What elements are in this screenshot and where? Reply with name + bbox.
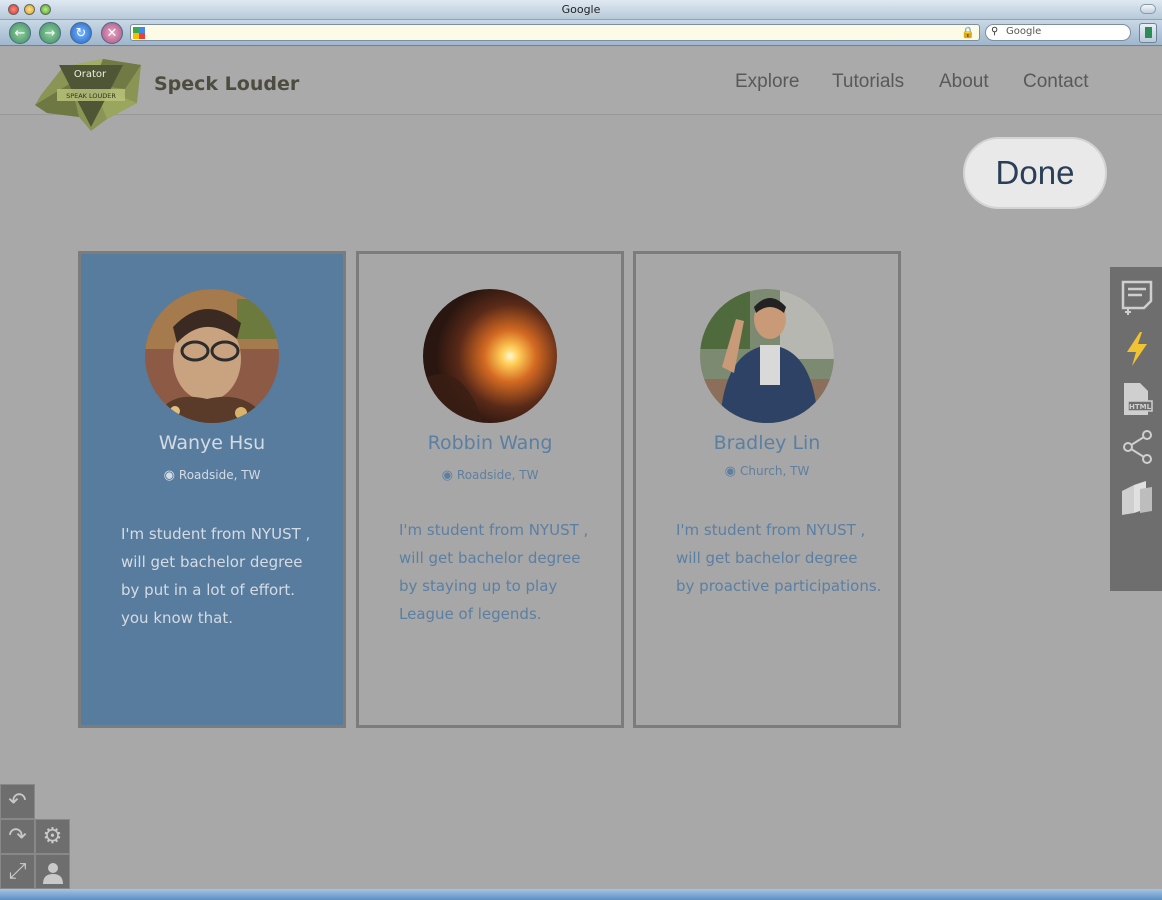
toolbar-toggle-button[interactable] bbox=[1140, 4, 1156, 14]
svg-text:HTML: HTML bbox=[1129, 403, 1152, 411]
avatar bbox=[423, 289, 557, 423]
bio-line: by put in a lot of effort. bbox=[121, 581, 296, 599]
settings-button[interactable]: ⚙ bbox=[35, 819, 70, 854]
window-bottom-bar bbox=[0, 889, 1162, 900]
profile-bio: I'm student from NYUST , will get bachel… bbox=[121, 520, 333, 632]
window-titlebar: Google bbox=[0, 0, 1162, 20]
location-text: Roadside, TW bbox=[456, 468, 539, 482]
avatar bbox=[700, 289, 834, 423]
site-header: Orator SPEAK LOUDER Speck Louder Explore… bbox=[0, 47, 1162, 131]
map-pin-icon: ◉ bbox=[163, 468, 175, 483]
site-brand[interactable]: Speck Louder bbox=[154, 73, 299, 95]
lightning-icon[interactable] bbox=[1120, 331, 1154, 367]
undo-icon: ↶ bbox=[8, 789, 27, 814]
location-text: Roadside, TW bbox=[178, 468, 261, 482]
arrow-left-icon: ← bbox=[14, 25, 26, 41]
bio-line: by staying up to play bbox=[399, 577, 558, 595]
note-add-icon[interactable] bbox=[1120, 279, 1154, 315]
forward-button[interactable]: → bbox=[39, 22, 61, 44]
favicon-icon bbox=[133, 27, 145, 39]
profile-card[interactable]: Robbin Wang ◉ Roadside, TW I'm student fr… bbox=[356, 251, 624, 728]
redo-icon: ↷ bbox=[8, 824, 27, 849]
bio-line: I'm student from NYUST , bbox=[121, 525, 311, 543]
share-icon[interactable] bbox=[1120, 429, 1154, 465]
nav-contact[interactable]: Contact bbox=[1023, 71, 1088, 93]
undo-button[interactable]: ↶ bbox=[0, 784, 35, 819]
bio-line: will get bachelor degree bbox=[676, 549, 858, 567]
settings-icon: ⚙ bbox=[42, 824, 63, 849]
profile-bio: I'm student from NYUST , will get bachel… bbox=[399, 516, 611, 628]
bio-line: League of legends. bbox=[399, 605, 542, 623]
bio-line: you know that. bbox=[121, 609, 233, 627]
nav-explore[interactable]: Explore bbox=[735, 71, 799, 93]
location-text: Church, TW bbox=[740, 464, 810, 478]
books-icon[interactable] bbox=[1120, 479, 1154, 515]
profile-bio: I'm student from NYUST , will get bachel… bbox=[676, 516, 898, 600]
stop-icon: ✕ bbox=[106, 25, 118, 41]
done-button[interactable]: Done bbox=[963, 137, 1107, 209]
html-file-icon[interactable]: HTML bbox=[1120, 381, 1154, 417]
map-pin-icon: ◉ bbox=[441, 468, 453, 483]
profile-location: ◉ Roadside, TW bbox=[81, 468, 343, 483]
browser-toolbar: ← → ↻ ✕ 🔒 ⚲ Google bbox=[0, 20, 1162, 46]
profile-button[interactable] bbox=[35, 854, 70, 889]
collapse-button[interactable]: ⤢ bbox=[0, 854, 35, 889]
bio-line: I'm student from NYUST , bbox=[676, 521, 866, 539]
logo-title: Orator bbox=[74, 69, 107, 80]
profile-name: Robbin Wang bbox=[427, 432, 553, 454]
profile-name: Bradley Lin bbox=[713, 432, 821, 454]
nav-tutorials[interactable]: Tutorials bbox=[832, 71, 904, 93]
logo-banner: SPEAK LOUDER bbox=[66, 92, 116, 100]
bio-line: will get bachelor degree bbox=[399, 549, 581, 567]
nav-about[interactable]: About bbox=[939, 71, 989, 93]
search-input[interactable]: ⚲ Google bbox=[985, 24, 1131, 41]
search-icon: ⚲ bbox=[991, 26, 999, 37]
reload-icon: ↻ bbox=[75, 25, 87, 41]
user-icon bbox=[42, 862, 63, 884]
tool-panel: HTML bbox=[1110, 267, 1162, 591]
search-placeholder: Google bbox=[1006, 26, 1042, 37]
bookmarks-button[interactable] bbox=[1139, 23, 1157, 43]
profile-card[interactable]: Wanye Hsu ◉ Roadside, TW I'm student from… bbox=[78, 251, 346, 728]
avatar bbox=[145, 289, 279, 423]
bio-line: by proactive participations. bbox=[676, 577, 882, 595]
profile-card[interactable]: Bradley Lin ◉ Church, TW I'm student from… bbox=[633, 251, 901, 728]
bio-line: I'm student from NYUST , bbox=[399, 521, 589, 539]
lock-icon: 🔒 bbox=[961, 26, 975, 39]
bio-line: will get bachelor degree bbox=[121, 553, 303, 571]
arrow-right-icon: → bbox=[44, 25, 56, 41]
reload-button[interactable]: ↻ bbox=[70, 22, 92, 44]
orator-logo[interactable]: Orator SPEAK LOUDER bbox=[33, 55, 145, 131]
profile-location: ◉ Church, TW bbox=[636, 464, 898, 479]
window-title: Google bbox=[561, 3, 601, 16]
profile-location: ◉ Roadside, TW bbox=[359, 468, 621, 483]
stop-button[interactable]: ✕ bbox=[101, 22, 123, 44]
collapse-icon: ⤢ bbox=[8, 859, 27, 884]
back-button[interactable]: ← bbox=[9, 22, 31, 44]
map-pin-icon: ◉ bbox=[724, 464, 737, 479]
profile-name: Wanye Hsu bbox=[158, 432, 266, 454]
redo-button[interactable]: ↷ bbox=[0, 819, 35, 854]
url-bar[interactable]: 🔒 bbox=[130, 24, 980, 41]
